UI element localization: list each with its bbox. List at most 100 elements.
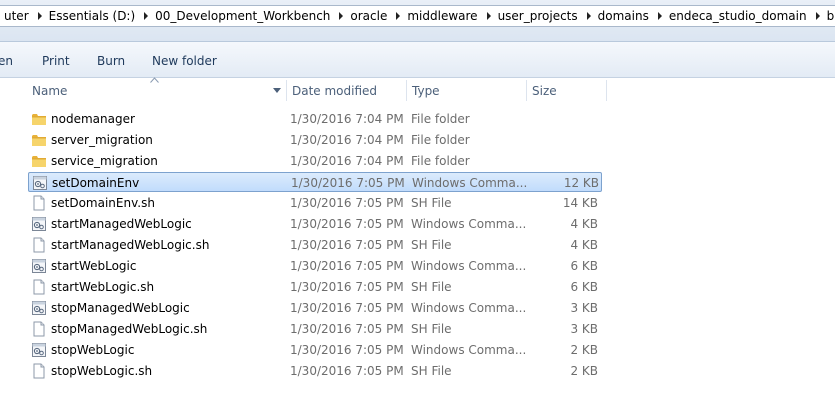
file-row[interactable]: startManagedWebLogic.sh 1/30/2016 7:05 PM… (28, 235, 602, 255)
file-row[interactable]: nodemanager 1/30/2016 7:04 PM File folder (28, 109, 602, 129)
file-row[interactable]: server_migration 1/30/2016 7:04 PM File fo… (28, 130, 602, 150)
file-name: nodemanager (51, 112, 135, 126)
file-date-modified: 1/30/2016 7:05 PM (290, 196, 404, 210)
file-date-modified: 1/30/2016 7:05 PM (290, 322, 404, 336)
file-size (541, 151, 598, 171)
blank-file-icon (31, 363, 47, 379)
file-size (541, 130, 598, 150)
file-size: 2 KB (570, 343, 598, 357)
column-date-modified[interactable]: Date modified (286, 78, 406, 103)
file-name: startWebLogic (51, 259, 137, 273)
open-button[interactable]: en (0, 54, 13, 68)
blank-file-icon (31, 195, 47, 211)
file-row[interactable]: setDomainEnv.sh 1/30/2016 7:05 PM SH File 1… (28, 193, 602, 213)
column-type[interactable]: Type (406, 78, 526, 103)
chevron-right-icon[interactable] (336, 6, 346, 26)
blank-file-icon (31, 279, 47, 295)
burn-button[interactable]: Burn (97, 54, 125, 68)
file-row[interactable]: stopWebLogic.sh 1/30/2016 7:05 PM SH File 2… (28, 361, 602, 381)
chevron-right-icon[interactable] (484, 6, 494, 26)
breadcrumb-item[interactable]: endeca_studio_domain (665, 6, 813, 26)
column-divider[interactable] (606, 80, 607, 101)
file-type: SH File (411, 238, 452, 252)
file-type: File folder (411, 112, 470, 126)
breadcrumb-item[interactable]: Essentials (D:) (45, 6, 142, 26)
new-folder-button[interactable]: New folder (152, 54, 217, 68)
file-date-modified: 1/30/2016 7:04 PM (290, 133, 404, 147)
chevron-right-icon[interactable] (584, 6, 594, 26)
file-name: service_migration (51, 154, 158, 168)
folder-icon (31, 111, 47, 127)
file-size: 6 KB (570, 280, 598, 294)
file-date-modified: 1/30/2016 7:04 PM (290, 154, 404, 168)
file-name: startManagedWebLogic (51, 217, 192, 231)
batch-file-icon (31, 300, 47, 316)
file-type: Windows Comma... (411, 343, 527, 357)
blank-file-icon (31, 237, 47, 253)
breadcrumb-item[interactable]: middleware (403, 6, 483, 26)
print-button[interactable]: Print (42, 54, 70, 68)
chevron-right-icon[interactable] (141, 6, 151, 26)
file-date-modified: 1/30/2016 7:05 PM (290, 364, 404, 378)
file-name: setDomainEnv (52, 176, 140, 190)
chevron-right-icon[interactable] (35, 6, 45, 26)
file-type: Windows Comma... (411, 259, 527, 273)
file-name: setDomainEnv.sh (51, 196, 155, 210)
batch-file-icon (31, 342, 47, 358)
file-name: stopWebLogic.sh (51, 364, 153, 378)
chevron-right-icon[interactable] (813, 6, 823, 26)
command-toolbar: en Print Burn New folder (0, 42, 835, 78)
file-type: File folder (411, 133, 470, 147)
blank-file-icon (31, 321, 47, 337)
breadcrumb-item[interactable]: bin (823, 6, 835, 26)
breadcrumb-item[interactable]: 00_Development_Workbench (151, 6, 336, 26)
file-date-modified: 1/30/2016 7:05 PM (290, 238, 404, 252)
file-row[interactable]: startWebLogic 1/30/2016 7:05 PM Windows Co… (28, 256, 602, 276)
file-size: 14 KB (562, 196, 598, 210)
column-name[interactable]: Name (26, 78, 286, 103)
column-date-label: Date modified (292, 83, 378, 98)
file-date-modified: 1/30/2016 7:05 PM (291, 176, 405, 190)
file-type: File folder (411, 154, 470, 168)
column-size-label: Size (532, 83, 557, 98)
file-row[interactable]: setDomainEnv 1/30/2016 7:05 PM Windows Com… (28, 172, 602, 192)
file-row[interactable]: startWebLogic.sh 1/30/2016 7:05 PM SH File… (28, 277, 602, 297)
file-type: SH File (411, 322, 452, 336)
file-date-modified: 1/30/2016 7:05 PM (290, 301, 404, 315)
file-size: 2 KB (570, 364, 598, 378)
file-size: 4 KB (570, 217, 598, 231)
folder-icon (31, 153, 47, 169)
file-type: SH File (411, 196, 452, 210)
chevron-down-icon[interactable] (273, 88, 281, 93)
batch-file-icon (31, 216, 47, 232)
chevron-right-icon[interactable] (393, 6, 403, 26)
file-row[interactable]: stopWebLogic 1/30/2016 7:05 PM Windows Com… (28, 340, 602, 360)
column-type-label: Type (412, 83, 440, 98)
file-type: Windows Comma... (411, 217, 527, 231)
chevron-right-icon[interactable] (655, 6, 665, 26)
column-header: Name Date modified Type Size (0, 77, 835, 103)
file-type: SH File (411, 280, 452, 294)
breadcrumb-item[interactable]: oracle (346, 6, 393, 26)
file-size: 3 KB (570, 322, 598, 336)
file-name: server_migration (51, 133, 153, 147)
column-name-label: Name (32, 83, 68, 98)
file-row[interactable]: startManagedWebLogic 1/30/2016 7:05 PM Win… (28, 214, 602, 234)
file-name: stopWebLogic (51, 343, 135, 357)
breadcrumb-item[interactable]: user_projects (494, 6, 584, 26)
file-type: Windows Comma... (412, 176, 528, 190)
breadcrumb-item[interactable]: uter (0, 6, 35, 26)
file-date-modified: 1/30/2016 7:05 PM (290, 280, 404, 294)
file-size: 4 KB (570, 238, 598, 252)
breadcrumb[interactable]: uter Essentials (D:) 00_Development_Workbe… (0, 5, 835, 27)
file-row[interactable]: stopManagedWebLogic 1/30/2016 7:05 PM Wind… (28, 298, 602, 318)
breadcrumb-item[interactable]: domains (594, 6, 655, 26)
file-date-modified: 1/30/2016 7:05 PM (290, 217, 404, 231)
file-name: startWebLogic.sh (51, 280, 155, 294)
column-size[interactable]: Size (526, 78, 606, 103)
file-type: Windows Comma... (411, 301, 527, 315)
file-row[interactable]: service_migration 1/30/2016 7:04 PM File f… (28, 151, 602, 171)
file-size: 12 KB (563, 176, 599, 190)
file-size (541, 109, 598, 129)
file-row[interactable]: stopManagedWebLogic.sh 1/30/2016 7:05 PM S… (28, 319, 602, 339)
